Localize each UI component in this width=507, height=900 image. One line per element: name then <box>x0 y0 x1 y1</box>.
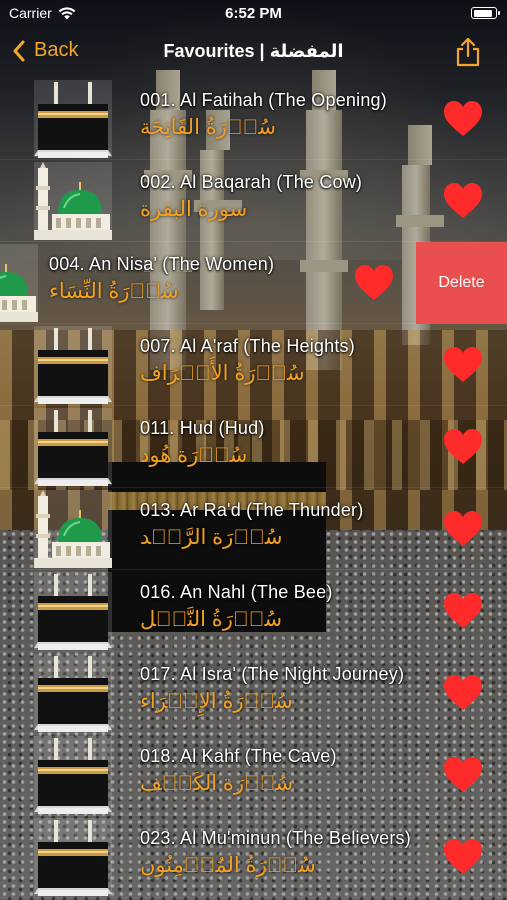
surah-arabic-name: سُوۡرَةُ النَّحۡل <box>140 608 283 631</box>
thumbnail-image <box>34 818 112 896</box>
heart-icon[interactable] <box>443 346 483 384</box>
surah-titles: 007. Al A'raf (The Heights) سُوۡرَةُ الأ… <box>140 336 440 386</box>
page-title: Favourites | المفضلة <box>163 41 344 61</box>
heart-icon[interactable] <box>443 428 483 466</box>
surah-titles: 016. An Nahl (The Bee) سُوۡرَةُ النَّحۡل <box>140 582 440 632</box>
surah-english-name: 002. Al Baqarah (The Cow) <box>140 172 363 192</box>
favourites-list[interactable]: 001. Al Fatihah (The Opening) سُوۡرَةُ ا… <box>0 78 507 900</box>
heart-icon[interactable] <box>354 264 394 302</box>
kaaba-icon <box>34 408 112 486</box>
status-bar: Carrier 6:52 PM <box>0 0 507 28</box>
list-item[interactable]: 023. Al Mu'minun (The Believers) سُوۡرَة… <box>0 816 507 898</box>
surah-english-name: 007. Al A'raf (The Heights) <box>140 336 355 356</box>
kaaba-icon <box>34 326 112 404</box>
kaaba-icon <box>34 736 112 814</box>
surah-titles: 023. Al Mu'minun (The Believers) سُوۡرَة… <box>140 828 440 878</box>
surah-arabic-name: سورة البقرة <box>140 198 248 221</box>
surah-titles: 011. Hud (Hud) سُوۡرَة هُود <box>140 418 440 468</box>
heart-icon[interactable] <box>443 592 483 630</box>
share-icon <box>456 37 480 67</box>
surah-titles: 001. Al Fatihah (The Opening) سُوۡرَةُ ا… <box>140 90 440 140</box>
mosque-icon <box>34 162 112 240</box>
thumbnail-image <box>34 408 112 486</box>
heart-icon[interactable] <box>443 100 483 138</box>
heart-icon[interactable] <box>443 838 483 876</box>
thumbnail-image <box>0 244 38 322</box>
surah-english-name: 001. Al Fatihah (The Opening) <box>140 90 387 110</box>
surah-english-name: 016. An Nahl (The Bee) <box>140 582 333 602</box>
list-item[interactable]: 001. Al Fatihah (The Opening) سُوۡرَةُ ا… <box>0 78 507 160</box>
thumbnail-image <box>34 162 112 240</box>
surah-titles: 017. Al Isra' (The Night Journey) سُوۡرَ… <box>140 664 440 714</box>
surah-arabic-name: سُوۡرَة هُود <box>140 444 248 467</box>
kaaba-icon <box>34 654 112 732</box>
delete-button[interactable]: Delete <box>416 242 507 324</box>
heart-icon[interactable] <box>443 756 483 794</box>
clock: 6:52 PM <box>225 5 282 22</box>
surah-arabic-name: سُوۡرَةُ المُؤۡمِنُون <box>140 854 316 877</box>
kaaba-icon <box>34 818 112 896</box>
surah-english-name: 018. Al Kahf (The Cave) <box>140 746 337 766</box>
surah-titles: 004. An Nisa' (The Women) سُوۡرَةُ النِّ… <box>49 254 349 304</box>
thumbnail-image <box>34 736 112 814</box>
surah-titles: 002. Al Baqarah (The Cow) سورة البقرة <box>140 172 440 222</box>
thumbnail-image <box>34 572 112 650</box>
list-item[interactable]: 016. An Nahl (The Bee) سُوۡرَةُ النَّحۡل <box>0 570 507 652</box>
list-item[interactable]: 017. Al Isra' (The Night Journey) سُوۡرَ… <box>0 652 507 734</box>
thumbnail-image <box>34 326 112 404</box>
surah-english-name: 011. Hud (Hud) <box>140 418 265 438</box>
list-item[interactable]: 018. Al Kahf (The Cave) سُوۡرَة الكَهۡف <box>0 734 507 816</box>
surah-arabic-name: سُوۡرَةُ الفَاتِحَة <box>140 116 276 139</box>
thumbnail-image <box>34 654 112 732</box>
share-button[interactable] <box>455 37 481 72</box>
list-item[interactable]: 007. Al A'raf (The Heights) سُوۡرَةُ الأ… <box>0 324 507 406</box>
list-item[interactable]: 004. An Nisa' (The Women) سُوۡرَةُ النِّ… <box>0 242 507 324</box>
surah-arabic-name: سُوۡرَةُ النِّسَاء <box>49 280 179 303</box>
list-item[interactable]: 013. Ar Ra'd (The Thunder) سُوۡرَة الرَّ… <box>0 488 507 570</box>
surah-english-name: 013. Ar Ra'd (The Thunder) <box>140 500 364 520</box>
surah-english-name: 017. Al Isra' (The Night Journey) <box>140 664 405 684</box>
surah-arabic-name: سُوۡرَةُ الإِسۡرَاء <box>140 690 293 713</box>
heart-icon[interactable] <box>443 510 483 548</box>
navigation-bar: Back Favourites | المفضلة <box>0 28 507 78</box>
heart-icon[interactable] <box>443 182 483 220</box>
list-item[interactable]: 011. Hud (Hud) سُوۡرَة هُود <box>0 406 507 488</box>
surah-english-name: 023. Al Mu'minun (The Believers) <box>140 828 411 848</box>
surah-titles: 013. Ar Ra'd (The Thunder) سُوۡرَة الرَّ… <box>140 500 440 550</box>
surah-arabic-name: سُوۡرَةُ الأَعۡرَاف <box>140 362 305 385</box>
list-item[interactable]: 002. Al Baqarah (The Cow) سورة البقرة <box>0 160 507 242</box>
kaaba-icon <box>34 572 112 650</box>
mosque-icon <box>0 244 38 322</box>
surah-english-name: 004. An Nisa' (The Women) <box>49 254 275 274</box>
kaaba-icon <box>34 80 112 158</box>
mosque-icon <box>34 490 112 568</box>
thumbnail-image <box>34 80 112 158</box>
thumbnail-image <box>34 490 112 568</box>
surah-arabic-name: سُوۡرَة الرَّعۡد <box>140 526 283 549</box>
battery-icon <box>471 7 500 19</box>
heart-icon[interactable] <box>443 674 483 712</box>
surah-titles: 018. Al Kahf (The Cave) سُوۡرَة الكَهۡف <box>140 746 440 796</box>
surah-arabic-name: سُوۡرَة الكَهۡف <box>140 772 294 795</box>
